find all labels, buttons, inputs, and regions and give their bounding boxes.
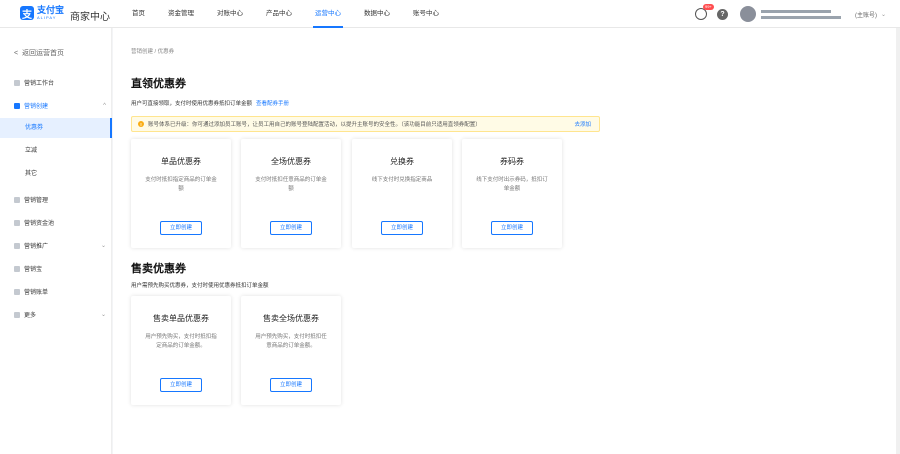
create-button[interactable]: 立即创建 [491,221,533,235]
section-desc-direct: 用户可直接领取，支付时使用优惠券抵扣订单金额 查看配券手册 [131,101,290,107]
top-bar: 支 支付宝 ALIPAY 商家中心 首页 资金管理 对账中心 产品中心 运营中心… [0,0,900,28]
create-button[interactable]: 立即创建 [160,221,202,235]
notification-badge: 99+ [702,4,714,10]
apps-icon [14,311,20,318]
list-icon [14,196,20,203]
top-nav: 首页 资金管理 对账中心 产品中心 运营中心 数据中心 账号中心 [132,0,462,28]
logo-text-en: ALIPAY [37,15,57,20]
coupon-card-single-product: 单品优惠券 支付时抵扣指定商品的订单金额 立即创建 [131,139,231,248]
account-notice: ! 账号体系已升级：你可通过添加员工账号，让员工用自己的账号登陆配置活动，以提升… [131,116,600,132]
create-button[interactable]: 立即创建 [270,221,312,235]
create-button[interactable]: 立即创建 [270,378,312,392]
section-desc-sale: 用户需预先购买优惠券，支付时使用优惠券抵扣订单金额 [131,283,269,289]
coupon-card-code: 券码券 线下支付时出示券码，抵扣订单金额 立即创建 [462,139,562,248]
pencil-icon [14,102,20,109]
breadcrumb: 营销创建 / 优惠券 [131,49,175,55]
nav-products[interactable]: 产品中心 [266,0,292,28]
notification-bell-icon[interactable]: 99+ [694,4,714,20]
sidebar-sub-other[interactable]: 其它 [0,164,112,184]
nav-operations[interactable]: 运营中心 [313,0,343,28]
wallet-icon [14,219,20,226]
account-role: (主账号) [854,12,877,19]
alipay-logo[interactable]: 支 支付宝 ALIPAY [20,5,65,21]
grid-icon [14,265,20,272]
account-name-redacted[interactable] [760,8,851,20]
nav-data[interactable]: 数据中心 [364,0,390,28]
sidebar-sub-coupon[interactable]: 优惠券 [0,118,112,138]
help-icon[interactable]: ? [716,8,728,20]
chevron-down-icon: ⌄ [100,312,106,318]
chevron-down-icon: ⌄ [100,243,106,249]
section-title-direct: 直领优惠券 [131,78,186,90]
sidebar-item-promotion[interactable]: 营销推广 ⌄ [14,241,106,250]
nav-account[interactable]: 账号中心 [413,0,439,28]
sidebar-item-workbench[interactable]: 营销工作台 [14,78,106,87]
scrollbar[interactable] [896,28,900,454]
logo-text-cn: 支付宝 [37,5,65,15]
coupon-card-sale-single: 售卖单品优惠券 用户预先购买，支付时抵扣指定商品的订单金额。 立即创建 [131,296,231,405]
sidebar-item-marketing-treasure[interactable]: 营销宝 [14,264,106,273]
chevron-down-icon[interactable]: ⌄ [881,11,886,18]
create-button[interactable]: 立即创建 [160,378,202,392]
sidebar-item-bill[interactable]: 营销账单 [14,287,106,296]
sidebar-item-create[interactable]: 营销创建 ^ [14,101,106,110]
sidebar-item-fund-pool[interactable]: 营销资金池 [14,218,106,227]
megaphone-icon [14,242,20,249]
sidebar-sub-discount[interactable]: 立减 [0,141,112,161]
alipay-logo-icon: 支 [20,6,34,21]
nav-reconciliation[interactable]: 对账中心 [217,0,243,28]
home-icon [14,79,20,86]
notice-add-link[interactable]: 去添加 [574,120,591,128]
coupon-card-voucher: 兑换券 线下支付时兑换指定商品 立即创建 [352,139,452,248]
coupon-manual-link[interactable]: 查看配券手册 [256,101,289,107]
section-title-sale: 售卖优惠券 [131,263,186,275]
sidebar-item-more[interactable]: 更多 ⌄ [14,310,106,319]
sidebar: < 返回运营首页 营销工作台 营销创建 ^ 优惠券 立减 其它 营销管理 营销资金… [0,28,112,454]
main-content: 营销创建 / 优惠券 直领优惠券 用户可直接领取，支付时使用优惠券抵扣订单金额查… [113,28,900,454]
nav-home[interactable]: 首页 [132,0,145,28]
chevron-up-icon: ^ [103,102,106,109]
avatar[interactable] [739,6,756,22]
warning-icon: ! [138,121,144,127]
notice-text: 账号体系已升级：你可通过添加员工账号，让员工用自己的账号登陆配置活动，以提升主账… [148,122,481,128]
create-button[interactable]: 立即创建 [381,221,423,235]
coupon-card-sale-storewide: 售卖全场优惠券 用户预先购买，支付时抵扣任意商品的订单金额。 立即创建 [241,296,341,405]
brand-title: 商家中心 [70,12,110,23]
coupon-card-storewide: 全场优惠券 支付时抵扣任意商品的订单金额 立即创建 [241,139,341,248]
back-link[interactable]: < 返回运营首页 [14,48,64,58]
bill-icon [14,288,20,295]
sidebar-item-manage[interactable]: 营销管理 [14,195,106,204]
nav-funds[interactable]: 资金管理 [168,0,194,28]
